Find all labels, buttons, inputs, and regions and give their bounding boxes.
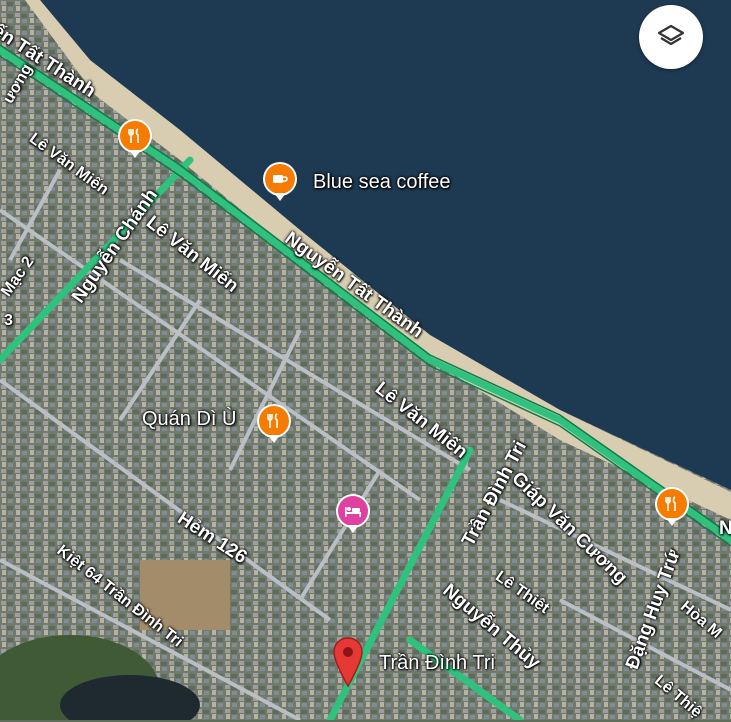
bed-icon xyxy=(345,507,361,517)
restaurant-icon xyxy=(665,496,676,511)
restaurant-right-marker[interactable] xyxy=(657,489,687,526)
street-label-n: N xyxy=(719,518,731,539)
blue-sea-coffee-marker[interactable] xyxy=(265,164,295,201)
coffee-icon xyxy=(273,175,288,183)
quan-di-u-label[interactable]: Quán Dì Ù xyxy=(142,408,236,431)
restaurant-icon xyxy=(267,413,278,428)
location-pin-icon[interactable] xyxy=(332,637,364,689)
hotel-marker[interactable] xyxy=(338,496,368,533)
blue-sea-coffee-label[interactable]: Blue sea coffee xyxy=(313,171,451,194)
pin-label[interactable]: Trần Đình Tri xyxy=(379,652,495,675)
layers-button[interactable] xyxy=(639,5,703,69)
quan-di-u-marker[interactable] xyxy=(259,406,289,443)
restaurant-icon xyxy=(128,128,139,143)
restaurant-top-marker[interactable] xyxy=(120,121,150,158)
satellite-map[interactable] xyxy=(0,0,731,720)
layers-icon xyxy=(657,24,685,46)
street-label-3: 3 xyxy=(4,312,13,329)
